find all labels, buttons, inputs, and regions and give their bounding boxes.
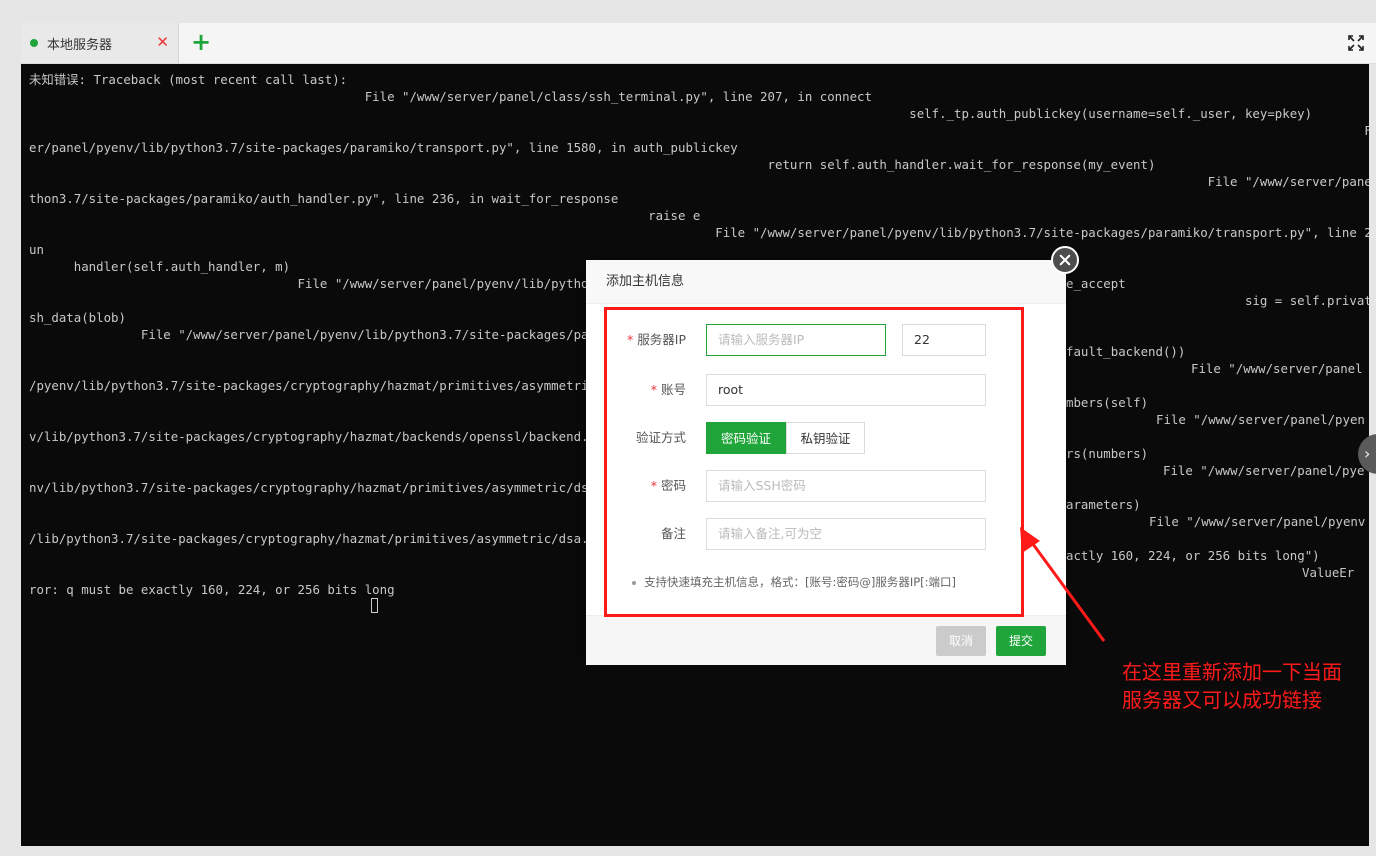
terminal-fragment: File "/www/server/panel/pyenv [1149, 514, 1366, 529]
terminal-line: v/lib/python3.7/site-packages/cryptograp… [29, 429, 619, 444]
terminal-line: File "/www/server/panel/pyenv/lib/python… [29, 327, 626, 342]
terminal-fragment: File "/www/server/panel/pyen [1156, 412, 1365, 427]
terminal-line: /pyenv/lib/python3.7/site-packages/crypt… [29, 378, 626, 393]
account-row: * 账号 root [586, 374, 1066, 406]
cancel-button[interactable]: 取消 [936, 626, 986, 656]
terminal-line: /lib/python3.7/site-packages/cryptograph… [29, 531, 619, 546]
terminal-line: File "/www/server/panel/pyenv/lib/py [29, 174, 1369, 189]
password-row: * 密码 请输入SSH密码 [586, 470, 1066, 502]
terminal-line: return self.auth_handler.wait_for_respon… [29, 157, 1156, 172]
terminal-line: handler(self.auth_handler, m) [29, 259, 291, 274]
terminal-line: nv/lib/python3.7/site-packages/cryptogra… [29, 480, 626, 495]
port-input[interactable]: 22 [902, 324, 986, 356]
terminal-line: raise e [29, 208, 701, 223]
auth-method-row: 验证方式 密码验证 私钥验证 [586, 422, 1066, 454]
server-ip-input[interactable]: 请输入服务器IP [706, 324, 886, 356]
tab-label: 本地服务器 [47, 37, 113, 53]
terminal-line: File "/www/server/panel/pyenv/lib/python… [29, 225, 1369, 240]
password-auth-button[interactable]: 密码验证 [706, 422, 786, 454]
terminal-fragment: fault_backend()) [1066, 344, 1186, 359]
status-dot [30, 39, 38, 47]
server-ip-label: * 服务器IP [627, 332, 686, 347]
quick-fill-tip: 支持快速填充主机信息，格式：[账号:密码@]服务器IP[:端口] [632, 574, 956, 590]
close-icon[interactable]: ✕ [156, 34, 169, 50]
account-label: * 账号 [650, 382, 686, 397]
terminal-line: er/panel/pyenv/lib/python3.7/site-packag… [29, 140, 738, 155]
terminal-fragment: mbers(self) [1066, 395, 1149, 410]
dialog-footer: 取消 提交 [586, 615, 1066, 665]
close-icon[interactable] [1051, 246, 1079, 274]
terminal-line: File "/www/server/panel/pyenv/lib/python… [29, 276, 619, 291]
fullscreen-icon[interactable] [1348, 35, 1364, 51]
terminal-line: thon3.7/site-packages/paramiko/auth_hand… [29, 191, 619, 206]
terminal-line: un [29, 242, 44, 257]
terminal-fragment: rs(numbers) [1066, 446, 1149, 461]
tab-local-server[interactable]: 本地服务器 ✕ [21, 23, 179, 63]
account-input[interactable]: root [706, 374, 986, 406]
terminal-line: self._tp.auth_publickey(username=self._u… [29, 106, 1313, 121]
terminal-fragment: actly 160, 224, or 256 bits long") [1066, 548, 1320, 563]
terminal-fragment: ValueEr [1302, 565, 1355, 580]
terminal-line: ror: q must be exactly 160, 224, or 256 … [29, 582, 395, 597]
dialog-title: 添加主机信息 [586, 260, 1066, 304]
annotation-text: 在这里重新添加一下当面 服务器又可以成功链接 [1122, 660, 1342, 712]
password-label: * 密码 [650, 478, 686, 493]
remark-row: 备注 请输入备注,可为空 [586, 518, 1066, 550]
terminal-line: File "/www/serv [29, 123, 1369, 138]
terminal-fragment: arameters) [1066, 497, 1141, 512]
terminal-line: sh_data(blob) [29, 310, 126, 325]
server-ip-row: * 服务器IP 请输入服务器IP 22 [586, 324, 1066, 356]
key-auth-button[interactable]: 私钥验证 [786, 422, 865, 454]
remark-label: 备注 [660, 526, 686, 541]
terminal-fragment: File "/www/server/panel [1191, 361, 1363, 376]
terminal-cursor [371, 598, 378, 613]
submit-button[interactable]: 提交 [996, 626, 1046, 656]
terminal-fragment: e_accept [1066, 276, 1126, 291]
plus-icon[interactable]: + [191, 30, 211, 54]
terminal-line: 未知错误: Traceback (most recent call last): [29, 72, 348, 87]
tab-bar: 本地服务器 ✕ + [21, 23, 1376, 64]
remark-input[interactable]: 请输入备注,可为空 [706, 518, 986, 550]
terminal-line: File "/www/server/panel/class/ssh_termin… [29, 89, 872, 104]
password-input[interactable]: 请输入SSH密码 [706, 470, 986, 502]
terminal-fragment: File "/www/server/panel/pye [1163, 463, 1365, 478]
auth-method-label: 验证方式 [635, 430, 686, 445]
add-host-dialog: 添加主机信息 * 服务器IP 请输入服务器IP 22 * 账号 root 验证方式 … [586, 246, 1079, 665]
